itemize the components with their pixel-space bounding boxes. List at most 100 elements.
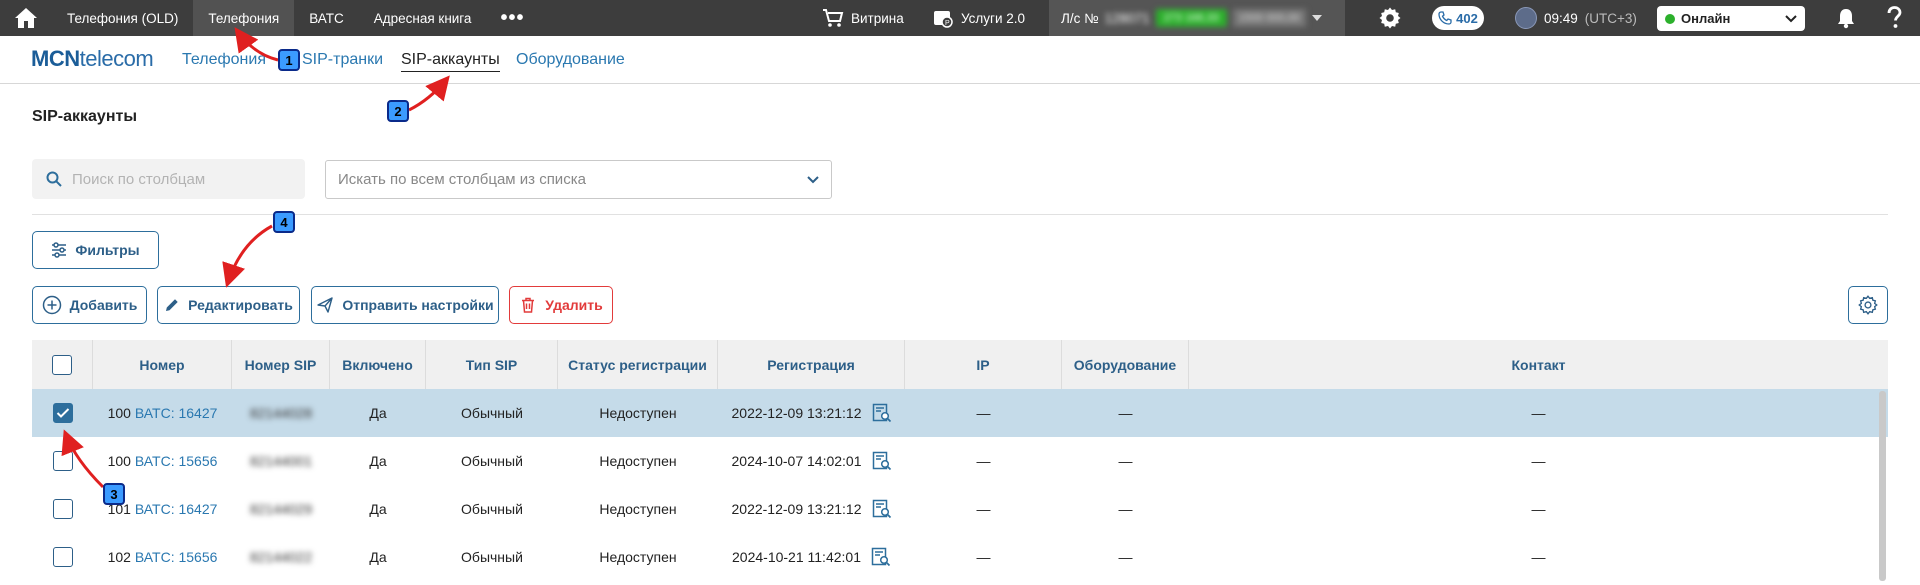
- mcn-logo[interactable]: MCNtelecom: [31, 46, 154, 72]
- header-enabled[interactable]: Включено: [330, 340, 426, 389]
- subtab-sip-trunks[interactable]: SIP-транки: [302, 51, 383, 69]
- delete-label: Удалить: [545, 297, 603, 313]
- clock-timezone: (UTC+3): [1584, 10, 1637, 26]
- status-label: Онлайн: [1681, 11, 1731, 26]
- cell-ip: —: [976, 501, 991, 517]
- registration-log-icon[interactable]: [872, 403, 892, 423]
- annotation-badge-1: 1: [278, 49, 300, 71]
- cell-number: 102 ВАТС: 15656: [107, 549, 218, 565]
- check-icon: [56, 408, 69, 418]
- cell-ip: —: [976, 453, 991, 469]
- header-registration[interactable]: Регистрация: [718, 340, 905, 389]
- services-label: Услуги 2.0: [961, 10, 1026, 26]
- more-menu-button[interactable]: •••: [486, 0, 538, 36]
- cell-equipment: —: [1118, 453, 1133, 469]
- search-scope-placeholder: Искать по всем столбцам из списка: [338, 171, 586, 188]
- svg-text:P: P: [945, 20, 950, 27]
- subtab-telephony[interactable]: Телефония: [182, 51, 266, 69]
- cell-equipment: —: [1118, 501, 1133, 517]
- cell-status: Недоступен: [599, 405, 677, 421]
- subtab-equipment[interactable]: Оборудование: [516, 51, 625, 69]
- table-row[interactable]: 101 ВАТС: 16427 82144029 Да Обычный Недос…: [32, 485, 1888, 533]
- filters-label: Фильтры: [75, 242, 140, 258]
- page-title: SIP-аккаунты: [32, 108, 137, 125]
- registration-log-icon[interactable]: [872, 499, 892, 519]
- home-icon[interactable]: [0, 0, 52, 36]
- row-checkbox[interactable]: [52, 403, 73, 423]
- top-tab-telephony-old[interactable]: Телефония (OLD): [52, 0, 193, 36]
- annotation-badge-2: 2: [387, 100, 409, 122]
- vats-link[interactable]: ВАТС: 15656: [135, 453, 218, 469]
- send-settings-label: Отправить настройки: [342, 297, 494, 313]
- vats-link[interactable]: ВАТС: 16427: [135, 501, 218, 517]
- cell-status: Недоступен: [599, 501, 677, 517]
- vats-link[interactable]: ВАТС: 16427: [135, 405, 218, 421]
- notifications-button[interactable]: [1836, 0, 1856, 36]
- calls-count: 402: [1456, 10, 1478, 26]
- row-checkbox[interactable]: [52, 451, 73, 471]
- settings-gear-button[interactable]: [1378, 0, 1402, 36]
- cell-enabled: Да: [369, 453, 387, 469]
- table-scrollbar[interactable]: [1879, 391, 1886, 581]
- header-number[interactable]: Номер: [93, 340, 232, 389]
- annotation-badge-3: 3: [103, 483, 125, 505]
- vats-link[interactable]: ВАТС: 15656: [135, 549, 218, 565]
- table-settings-button[interactable]: [1848, 286, 1888, 324]
- cart-icon: [823, 9, 844, 27]
- delete-button[interactable]: Удалить: [509, 286, 613, 324]
- search-input[interactable]: [72, 170, 292, 188]
- account-balance: 273 168,33: [1155, 9, 1227, 27]
- select-all-checkbox[interactable]: [52, 354, 72, 375]
- header-contact[interactable]: Контакт: [1189, 340, 1888, 389]
- account-selector[interactable]: Л/с № 128071 273 168,33 1500 000,00: [1049, 0, 1345, 36]
- header-ip[interactable]: IP: [905, 340, 1062, 389]
- top-tab-vats[interactable]: ВАТС: [294, 0, 359, 36]
- send-settings-button[interactable]: Отправить настройки: [311, 286, 499, 324]
- table-row[interactable]: 100 ВАТС: 15656 82144001 Да Обычный Недос…: [32, 437, 1888, 485]
- sip-number: 82144029: [249, 501, 313, 517]
- header-reg-status[interactable]: Статус регистрации: [558, 340, 718, 389]
- gear-icon: [1379, 7, 1401, 29]
- column-search[interactable]: [32, 159, 305, 199]
- vitrina-link[interactable]: Витрина: [822, 0, 904, 36]
- top-tab-telephony[interactable]: Телефония: [193, 0, 295, 36]
- cell-sip: 82144029: [232, 485, 330, 533]
- user-clock[interactable]: 09:49 (UTC+3): [1515, 0, 1637, 36]
- help-button[interactable]: [1886, 0, 1902, 36]
- top-tab-address-book[interactable]: Адресная книга: [359, 0, 487, 36]
- header-sip-number[interactable]: Номер SIP: [232, 340, 330, 389]
- add-button[interactable]: Добавить: [32, 286, 147, 324]
- account-credit: 1500 000,00: [1232, 9, 1306, 27]
- header-sip-type[interactable]: Тип SIP: [426, 340, 558, 389]
- sip-accounts-table: Номер Номер SIP Включено Тип SIP Статус …: [32, 340, 1888, 581]
- cell-sip: 82144022: [232, 533, 330, 581]
- row-checkbox[interactable]: [52, 547, 73, 567]
- cell-enabled: Да: [369, 501, 387, 517]
- services-icon: P: [934, 11, 953, 28]
- edit-button[interactable]: Редактировать: [157, 286, 300, 324]
- table-row[interactable]: 100 ВАТС: 16427 82144028 Да Обычный Недос…: [32, 389, 1888, 437]
- calls-badge[interactable]: 402: [1432, 6, 1484, 30]
- search-scope-select[interactable]: Искать по всем столбцам из списка: [325, 160, 832, 199]
- registration-log-icon[interactable]: [871, 547, 891, 567]
- table-row[interactable]: 102 ВАТС: 15656 82144022 Да Обычный Недос…: [32, 533, 1888, 581]
- online-status-select[interactable]: Онлайн: [1657, 6, 1805, 31]
- chevron-down-icon: [807, 175, 819, 183]
- subtab-sip-accounts[interactable]: SIP-аккаунты: [401, 51, 500, 72]
- sip-number: 82144022: [249, 549, 313, 565]
- filters-button[interactable]: Фильтры: [32, 231, 159, 269]
- clock-time: 09:49: [1544, 10, 1578, 26]
- cell-registration: 2022-12-09 13:21:12: [718, 485, 905, 533]
- cell-number: 100 ВАТС: 16427: [107, 405, 218, 421]
- row-checkbox[interactable]: [52, 499, 73, 519]
- caret-down-icon: [1311, 15, 1322, 21]
- cell-ip: —: [976, 549, 991, 565]
- phone-icon: [1438, 11, 1452, 25]
- account-label: Л/с №: [1061, 10, 1099, 26]
- registration-log-icon[interactable]: [872, 451, 892, 471]
- row-checkbox-cell: [32, 533, 93, 581]
- cell-enabled: Да: [369, 549, 387, 565]
- services-link[interactable]: P Услуги 2.0: [932, 0, 1025, 36]
- cell-enabled: Да: [369, 405, 387, 421]
- header-equipment[interactable]: Оборудование: [1062, 340, 1189, 389]
